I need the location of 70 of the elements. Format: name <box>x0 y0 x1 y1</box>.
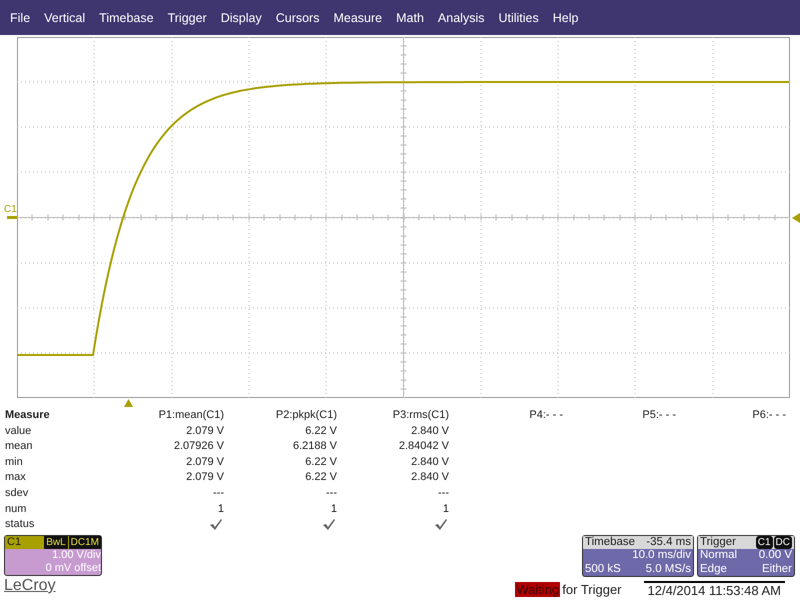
table-cell-text: 2.840 V <box>410 424 450 439</box>
row-label: value <box>5 424 32 439</box>
trigger-badge: DC <box>774 536 792 550</box>
row-label: num <box>5 502 28 517</box>
parameter-header[interactable]: P2:pkpk(C1) <box>228 408 341 424</box>
parameter-header[interactable]: P4:- - - <box>453 408 567 424</box>
menu-item[interactable]: Display <box>214 10 269 24</box>
trigger-level-marker[interactable] <box>792 212 800 222</box>
table-cell-text: 2.84042 V <box>398 439 450 454</box>
vertical-scale: 1.00 V/div <box>51 548 101 562</box>
channel-level-marker[interactable] <box>7 216 17 219</box>
menu-item[interactable]: Analysis <box>430 10 492 24</box>
menu-item[interactable]: Cursors <box>268 10 326 24</box>
table-cell-text: 6.2188 V <box>292 439 338 454</box>
table-cell-text: 2.840 V <box>410 454 450 470</box>
vertical-offset: 0 mV offset <box>44 562 101 575</box>
time-per-division: 10.0 ms/div <box>632 549 691 563</box>
menu-item[interactable]: Timebase <box>92 10 161 24</box>
row-label: max <box>5 470 27 486</box>
trigger-badge: C1 <box>756 536 773 550</box>
row-label: min <box>5 454 24 470</box>
row-label: mean <box>5 439 34 454</box>
table-cell-text: --- <box>325 486 338 501</box>
menu-item[interactable]: Utilities <box>491 10 546 24</box>
sample-rate: 5.0 MS/s <box>646 562 691 576</box>
row-label: sdev <box>5 486 30 501</box>
coupling-badge: BwL <box>44 536 68 549</box>
table-cell-text: 6.22 V <box>304 454 338 470</box>
menu-item[interactable]: Measure <box>326 10 390 24</box>
table-cell-text: 1 <box>216 502 225 517</box>
menu-item[interactable]: File <box>3 10 38 24</box>
parameter-header[interactable]: P1:mean(C1) <box>125 408 228 424</box>
channel-descriptor-box[interactable]: C1 BwL DC1M 1.00 V/div 0 mV offset <box>4 534 102 576</box>
channel-label: C1 <box>4 204 17 215</box>
table-cell-text: 6.22 V <box>304 470 338 486</box>
trigger-box[interactable]: Trigger C1 DC Normal 0.00 V Edge Either <box>697 534 795 578</box>
trigger-type: Edge <box>700 562 727 576</box>
table-cell-text: --- <box>437 486 450 501</box>
timebase-delay: -35.4 ms <box>646 536 691 550</box>
sample-count: 500 kS <box>585 562 621 576</box>
table-cell-text: 6.22 V <box>304 424 338 439</box>
channel-name: C1 <box>7 536 22 549</box>
trigger-mode: Normal <box>700 549 738 563</box>
timebase-box[interactable]: Timebase -35.4 ms 10.0 ms/div 500 kS 5.0 MS/s <box>582 534 694 578</box>
table-cell-text: 1 <box>330 502 338 517</box>
menu-item[interactable]: Help <box>546 10 586 24</box>
menu-item[interactable]: Trigger <box>160 10 214 24</box>
trigger-slope: Either <box>762 562 792 576</box>
parameter-header[interactable]: P5:- - - <box>567 408 680 424</box>
row-label: status <box>5 517 36 532</box>
trigger-label: Trigger <box>700 536 736 550</box>
parameter-header[interactable]: P3:rms(C1) <box>341 408 453 424</box>
acquisition-state: Waiting <box>515 582 560 598</box>
table-cell-text: --- <box>212 486 225 501</box>
parameter-header[interactable]: P6:- - - <box>680 408 790 424</box>
timebase-label: Timebase <box>585 536 636 550</box>
table-cell-text: 1 <box>442 502 450 517</box>
date-time: 12/4/2014 11:53:48 AM <box>644 581 785 598</box>
table-cell-text: 2.079 V <box>185 470 225 486</box>
measure-title: Measure <box>5 408 51 423</box>
table-cell-text: 2.07926 V <box>172 439 225 454</box>
brand-logo: LeCroy <box>4 576 57 595</box>
table-cell-text: 2.079 V <box>185 424 225 439</box>
table-cell-text: 2.840 V <box>410 470 450 486</box>
status-text: for Trigger <box>562 582 622 598</box>
menu-item[interactable]: Math <box>389 10 431 24</box>
table-cell-text: 2.079 V <box>185 454 225 470</box>
coupling-badge: DC1M <box>68 536 101 549</box>
menu-item[interactable]: Vertical <box>37 10 92 24</box>
trigger-level: 0.00 V <box>758 549 792 563</box>
